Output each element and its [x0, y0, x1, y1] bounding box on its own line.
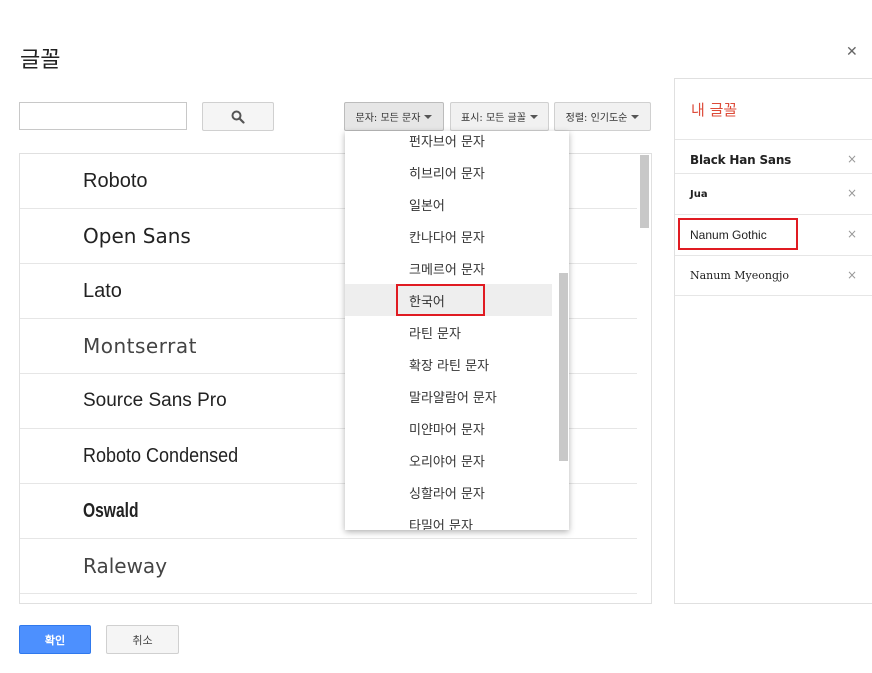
- menu-item[interactable]: 오리야어 문자: [345, 444, 552, 476]
- script-filter-label: 문자: 모든 문자: [355, 113, 421, 124]
- sort-filter-label: 정렬: 인기도순: [565, 113, 628, 124]
- my-font-name: Jua: [690, 188, 708, 200]
- script-dropdown-menu: 펀자브어 문자 히브리어 문자 일본어 칸나다어 문자 크메르어 문자 한국어 …: [345, 131, 569, 530]
- menu-item[interactable]: 확장 라틴 문자: [345, 348, 552, 380]
- show-filter-label: 표시: 모든 글꼴: [461, 113, 526, 124]
- my-font-item[interactable]: Jua ×: [675, 173, 872, 214]
- search-input[interactable]: [19, 102, 187, 130]
- my-font-item[interactable]: Nanum Gothic ×: [675, 214, 872, 255]
- remove-icon[interactable]: ×: [847, 268, 857, 282]
- sort-filter-dropdown[interactable]: 정렬: 인기도순: [554, 102, 651, 131]
- search-icon: [231, 110, 245, 124]
- menu-item[interactable]: 크메르어 문자: [345, 252, 552, 284]
- menu-item-selected[interactable]: 한국어: [345, 284, 552, 316]
- font-name: Source Sans Pro: [83, 390, 227, 411]
- font-name: Roboto Condensed: [83, 444, 239, 467]
- font-name: Montserrat: [83, 334, 197, 358]
- font-name: Open Sans: [83, 224, 191, 248]
- font-name: Lato: [83, 279, 122, 302]
- chevron-down-icon: [631, 114, 640, 119]
- menu-item[interactable]: 말라얄람어 문자: [345, 380, 552, 412]
- my-font-item[interactable]: Nanum Myeongjo ×: [675, 255, 872, 296]
- menu-item[interactable]: 칸나다어 문자: [345, 220, 552, 252]
- dialog-title: 글꼴: [20, 48, 61, 73]
- font-list-scrollbar[interactable]: [637, 154, 651, 603]
- show-filter-dropdown[interactable]: 표시: 모든 글꼴: [450, 102, 549, 131]
- my-font-name: Nanum Gothic: [690, 228, 767, 242]
- search-button[interactable]: [202, 102, 274, 131]
- my-font-name: Black Han Sans: [690, 153, 792, 167]
- my-fonts-title: 내 글꼴: [691, 101, 738, 119]
- font-name: Oswald: [83, 499, 139, 522]
- chevron-down-icon: [529, 114, 538, 119]
- chevron-down-icon: [424, 114, 433, 119]
- cancel-button[interactable]: 취소: [106, 625, 179, 654]
- menu-item[interactable]: 펀자브어 문자: [345, 131, 552, 156]
- ok-button[interactable]: 확인: [19, 625, 91, 654]
- remove-icon[interactable]: ×: [847, 227, 857, 241]
- menu-item[interactable]: 미얀마어 문자: [345, 412, 552, 444]
- remove-icon[interactable]: ×: [847, 186, 857, 200]
- menu-item[interactable]: 라틴 문자: [345, 316, 552, 348]
- menu-item[interactable]: 싱할라어 문자: [345, 476, 552, 508]
- menu-item[interactable]: 일본어: [345, 188, 552, 220]
- menu-item[interactable]: 타밀어 문자: [345, 508, 552, 531]
- menu-item[interactable]: 히브리어 문자: [345, 156, 552, 188]
- close-icon[interactable]: ✕: [846, 42, 858, 62]
- font-list-item[interactable]: Raleway: [20, 539, 637, 594]
- my-font-name: Nanum Myeongjo: [690, 269, 790, 282]
- font-name: Roboto: [83, 169, 148, 192]
- remove-icon[interactable]: ×: [847, 152, 857, 166]
- scrollbar-thumb[interactable]: [640, 155, 649, 228]
- script-filter-dropdown[interactable]: 문자: 모든 문자: [344, 102, 444, 131]
- my-fonts-panel: 내 글꼴 Black Han Sans × Jua × Nanum Gothic…: [674, 78, 872, 604]
- dropdown-scrollbar[interactable]: [559, 273, 568, 461]
- font-name: Raleway: [83, 554, 168, 578]
